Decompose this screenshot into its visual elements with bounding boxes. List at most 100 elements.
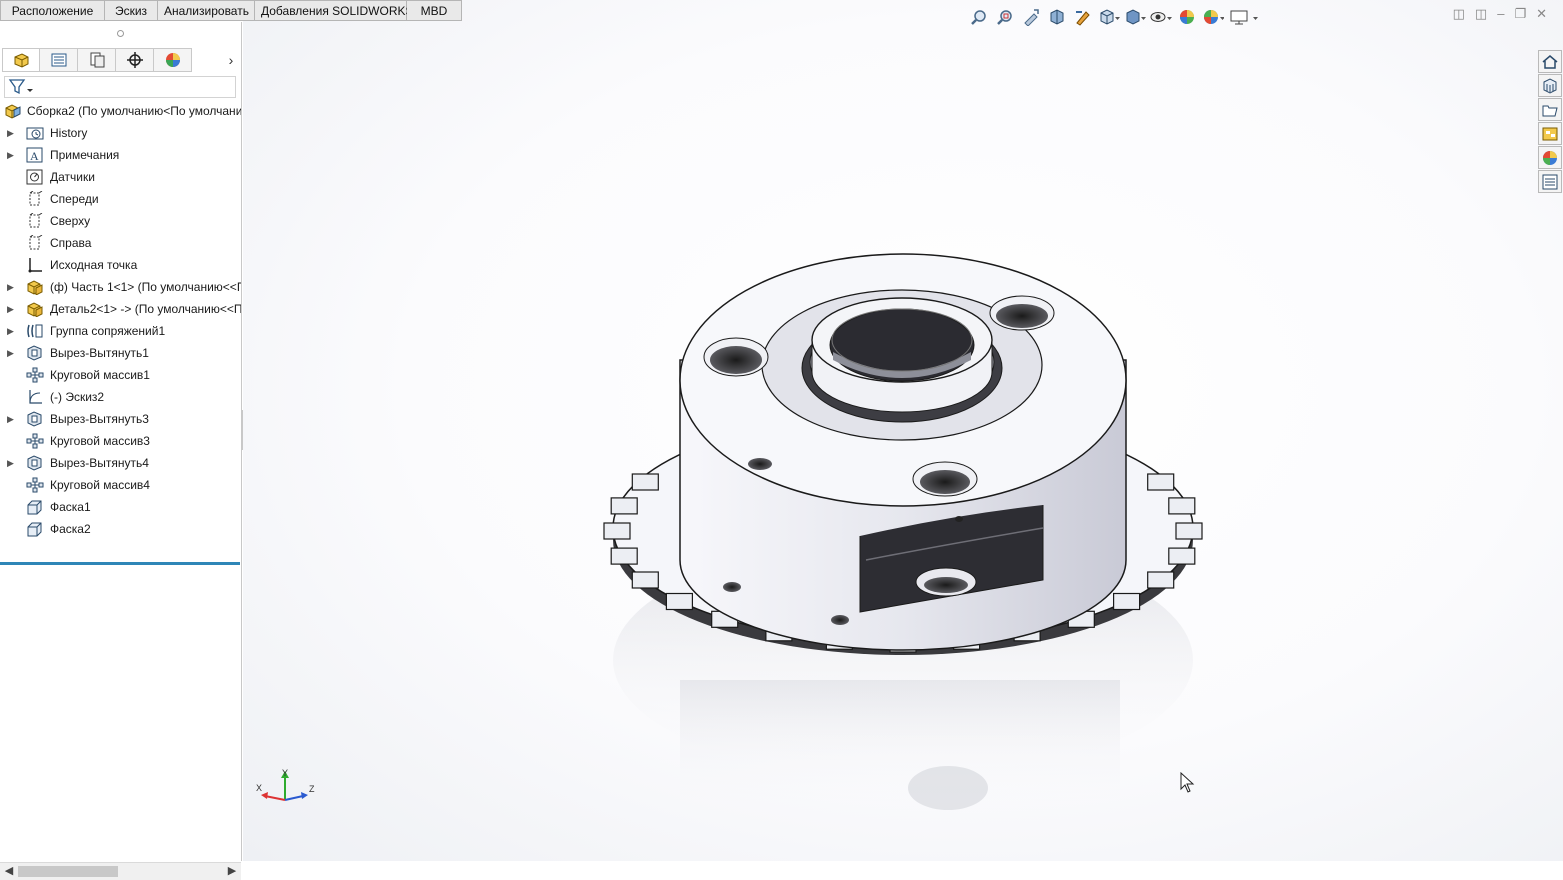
tree-node-label: Сверху bbox=[50, 214, 91, 228]
tree-node-label: Круговой массив1 bbox=[50, 368, 150, 382]
tree-node-label: Круговой массив3 bbox=[50, 434, 150, 448]
part-icon bbox=[26, 279, 44, 295]
tree-node[interactable]: Сборка2 (По умолчанию<По умолчанию_Сос bbox=[0, 100, 241, 122]
tree-node[interactable]: ▶ History bbox=[0, 122, 241, 144]
expand-arrow-icon[interactable]: ▶ bbox=[7, 320, 17, 342]
expand-arrow-icon[interactable]: ▶ bbox=[7, 144, 17, 166]
custom-properties-icon[interactable] bbox=[1538, 170, 1562, 193]
scroll-right-icon[interactable]: ▶ bbox=[225, 863, 239, 880]
tree-node-label: Справа bbox=[50, 236, 92, 250]
ribbon-tab[interactable]: Эскиз bbox=[105, 0, 158, 21]
flange-tooth bbox=[1175, 522, 1203, 540]
flange-tooth bbox=[631, 571, 659, 589]
tree-node-label: Вырез-Вытянуть4 bbox=[50, 456, 149, 470]
mates-icon bbox=[26, 323, 44, 339]
tree-node[interactable]: Сверху bbox=[0, 210, 241, 232]
file-explorer-icon[interactable] bbox=[1538, 98, 1562, 121]
tree-node[interactable]: ▶ Вырез-Вытянуть4 bbox=[0, 452, 241, 474]
property-manager-tab[interactable] bbox=[40, 48, 78, 72]
expand-arrow-icon[interactable]: ▶ bbox=[7, 122, 17, 144]
tree-node[interactable]: Круговой массив3 bbox=[0, 430, 241, 452]
view-palette-icon[interactable] bbox=[1538, 122, 1562, 145]
plane-icon bbox=[26, 191, 44, 207]
chevron-right-icon[interactable]: › bbox=[222, 48, 240, 72]
feature-manager-panel: › Сборка2 (По умолчанию<По умолчанию_Сос… bbox=[0, 22, 242, 880]
tree-node[interactable]: Исходная точка bbox=[0, 254, 241, 276]
chamfer-icon bbox=[26, 499, 44, 515]
tree-node-label: Группа сопряжений1 bbox=[50, 324, 166, 338]
plane-icon bbox=[26, 235, 44, 251]
tree-node[interactable]: ▶ Вырез-Вытянуть1 bbox=[0, 342, 241, 364]
mouse-pointer bbox=[1180, 772, 1195, 793]
tree-node[interactable]: Фаска1 bbox=[0, 496, 241, 518]
expand-arrow-icon[interactable]: ▶ bbox=[7, 276, 17, 298]
display-manager-tab[interactable] bbox=[154, 48, 192, 72]
tree-node-label: Вырез-Вытянуть1 bbox=[50, 346, 149, 360]
plane-icon bbox=[26, 213, 44, 229]
expand-arrow-icon[interactable]: ▶ bbox=[7, 408, 17, 430]
cut-extrude-icon bbox=[26, 345, 44, 361]
expand-arrow-icon[interactable]: ▶ bbox=[7, 342, 17, 364]
part-icon bbox=[26, 301, 44, 317]
feature-tree-tab[interactable] bbox=[2, 48, 40, 72]
tree-node[interactable]: Спереди bbox=[0, 188, 241, 210]
manager-tabs bbox=[2, 48, 192, 72]
cut-extrude-icon bbox=[26, 411, 44, 427]
tree-filter[interactable] bbox=[4, 76, 236, 98]
flange-tooth bbox=[1147, 473, 1175, 491]
graphics-area[interactable]: ◫ ◫ – ❐ ✕ Y X Z bbox=[243, 0, 1563, 861]
flange-tooth bbox=[603, 522, 631, 540]
tree-node-label: Датчики bbox=[50, 170, 95, 184]
tree-node-label: Сборка2 (По умолчанию<По умолчанию_Сос bbox=[27, 104, 241, 118]
tree-node[interactable]: Справа bbox=[0, 232, 241, 254]
rollback-bar[interactable] bbox=[0, 562, 240, 565]
flange-tooth bbox=[665, 592, 693, 611]
dimxpert-manager-tab[interactable] bbox=[116, 48, 154, 72]
scrollbar-thumb[interactable] bbox=[18, 866, 118, 877]
triad-y-label: Y bbox=[282, 768, 288, 778]
horizontal-scrollbar[interactable]: ◀ ▶ bbox=[0, 862, 241, 880]
triad-x-label: X bbox=[256, 783, 262, 793]
svg-text:A: A bbox=[30, 149, 39, 163]
tree-node-label: (ф) Часть 1<1> (По умолчанию<<По ум bbox=[50, 280, 241, 294]
configuration-manager-tab[interactable] bbox=[78, 48, 116, 72]
ribbon-tab[interactable]: MBD bbox=[407, 0, 462, 21]
design-library-icon[interactable] bbox=[1538, 74, 1562, 97]
flange-tooth bbox=[1168, 547, 1196, 565]
flange-tooth bbox=[631, 473, 659, 491]
ribbon-tab[interactable]: Анализировать bbox=[158, 0, 255, 21]
ribbon-tab[interactable]: Расположение bbox=[0, 0, 105, 21]
home-icon[interactable] bbox=[1538, 50, 1562, 73]
tree-node[interactable]: ▶ Деталь2<1> -> (По умолчанию<<По ум bbox=[0, 298, 241, 320]
reflection-body bbox=[680, 680, 1120, 820]
tree-node-label: (-) Эскиз2 bbox=[50, 390, 105, 404]
tree-node[interactable]: Круговой массив1 bbox=[0, 364, 241, 386]
tree-node[interactable]: Фаска2 bbox=[0, 518, 241, 540]
ribbon-tab[interactable]: Добавления SOLIDWORKS bbox=[255, 0, 414, 21]
circular-pattern-icon bbox=[26, 367, 44, 383]
scroll-left-icon[interactable]: ◀ bbox=[2, 863, 16, 880]
tree-node[interactable]: (-) Эскиз2 bbox=[0, 386, 241, 408]
appearances-icon[interactable] bbox=[1538, 146, 1562, 169]
tree-node[interactable]: ▶ Вырез-Вытянуть3 bbox=[0, 408, 241, 430]
tree-node[interactable]: ▶ Группа сопряжений1 bbox=[0, 320, 241, 342]
tree-node[interactable]: ▶ A Примечания bbox=[0, 144, 241, 166]
main-hub bbox=[679, 253, 1127, 651]
panel-grip[interactable] bbox=[117, 30, 124, 37]
command-manager-tabs: Расположение Эскиз Анализировать Добавления… bbox=[0, 0, 462, 22]
tree-node-label: Спереди bbox=[50, 192, 99, 206]
tree-node[interactable]: Круговой массив4 bbox=[0, 474, 241, 496]
flange-tooth bbox=[1147, 571, 1175, 589]
cut-extrude-icon bbox=[26, 455, 44, 471]
model-render[interactable] bbox=[243, 0, 1563, 861]
tree-node[interactable]: Датчики bbox=[0, 166, 241, 188]
expand-arrow-icon[interactable]: ▶ bbox=[7, 298, 17, 320]
feature-tree: Сборка2 (По умолчанию<По умолчанию_Сос ▶ H… bbox=[0, 100, 241, 540]
tree-node-label: Фаска1 bbox=[50, 500, 91, 514]
triad-z-label: Z bbox=[309, 784, 315, 794]
history-folder-icon bbox=[26, 125, 44, 141]
tree-node[interactable]: ▶ (ф) Часть 1<1> (По умолчанию<<По ум bbox=[0, 276, 241, 298]
expand-arrow-icon[interactable]: ▶ bbox=[7, 452, 17, 474]
task-pane-tabs bbox=[1538, 50, 1563, 194]
circular-pattern-icon bbox=[26, 477, 44, 493]
